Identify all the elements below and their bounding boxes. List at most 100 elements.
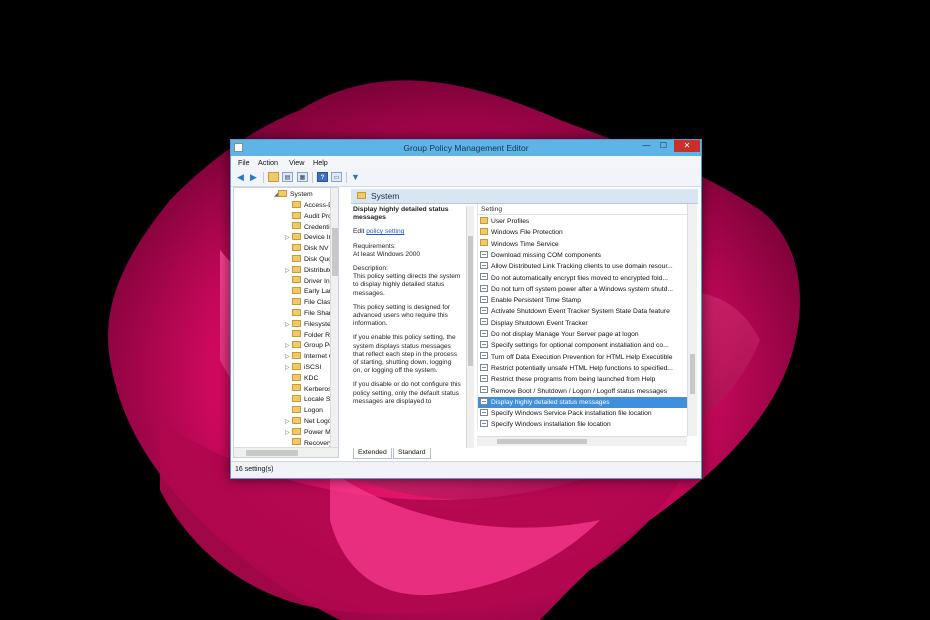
policy-setting-icon <box>480 261 488 269</box>
tree-node[interactable]: ▷ Group Pol <box>285 341 335 351</box>
policy-setting-icon <box>480 352 488 360</box>
list-horizontal-scrollbar[interactable] <box>477 436 687 446</box>
policy-setting-row[interactable]: Specify Windows installation file locati… <box>478 419 688 430</box>
folder-icon <box>292 243 301 251</box>
tree-vertical-scrollbar[interactable] <box>330 188 338 447</box>
tree-node[interactable]: Credential <box>292 222 335 233</box>
policy-setting-row[interactable]: Remove Boot / Shutdown / Logon / Logoff … <box>478 386 688 397</box>
folder-icon <box>292 405 301 413</box>
tree-node-system[interactable]: ◢ System <box>274 189 313 200</box>
tab-standard[interactable]: Standard <box>393 448 431 459</box>
policy-setting-row[interactable]: Turn off Data Execution Prevention for H… <box>478 352 688 363</box>
policy-setting-row[interactable]: Display highly detailed status messages <box>478 396 688 408</box>
policy-setting-row[interactable]: Activate Shutdown Event Tracker System S… <box>478 306 688 317</box>
list-item-label: User Profiles <box>491 218 530 225</box>
tree-node[interactable]: ▷ Internet C <box>285 351 334 362</box>
tree-node[interactable]: ▷ Distribute <box>285 265 333 276</box>
tree-horizontal-scrollbar[interactable] <box>234 447 338 457</box>
policy-setting-row[interactable]: Restrict these programs from being launc… <box>478 374 688 385</box>
policy-setting-row[interactable]: Specify Windows Service Pack installatio… <box>478 408 688 419</box>
settings-list[interactable]: Setting User Profiles Windows File Protec… <box>477 204 688 430</box>
edit-prefix: Edit <box>353 228 365 236</box>
column-header-setting[interactable]: Setting <box>478 204 688 215</box>
policy-setting-icon <box>480 397 488 405</box>
scrollbar-thumb[interactable] <box>468 236 473 366</box>
tree-node-label: Recovery <box>304 439 333 447</box>
policy-setting-row[interactable]: Do not display Manage Your Server page a… <box>478 329 688 340</box>
tree-node[interactable]: File Classi <box>292 297 335 308</box>
menu-file[interactable]: File <box>238 158 250 167</box>
policy-setting-row[interactable]: Enable Persistent Time Stamp <box>478 295 688 306</box>
export-list-icon[interactable]: ▦ <box>297 172 308 182</box>
tree-node[interactable]: Kerberos <box>292 384 332 395</box>
scrollbar-thumb[interactable] <box>690 354 695 394</box>
tree-node[interactable]: Disk Quot <box>292 254 334 265</box>
back-arrow-icon[interactable]: ◀ <box>235 172 246 182</box>
tree-node[interactable]: Audit Proc <box>292 211 335 222</box>
menu-view[interactable]: View <box>289 158 304 167</box>
scrollbar-thumb[interactable] <box>246 450 298 456</box>
menu-help[interactable]: Help <box>313 158 328 167</box>
policy-setting-row[interactable]: Do not turn off system power after a Win… <box>478 284 688 295</box>
expand-arrow-icon[interactable]: ▷ <box>285 417 290 427</box>
tree-node[interactable]: Logon <box>292 405 323 416</box>
tree-node[interactable]: Disk NV C <box>292 243 335 254</box>
scrollbar-thumb[interactable] <box>332 228 338 276</box>
details-header: System <box>351 189 698 204</box>
list-folder-item[interactable]: Windows File Protection <box>478 227 688 238</box>
navigation-tree[interactable]: ◢ System Access-De Audit Proc Credential ▷ D… <box>233 187 339 458</box>
expand-arrow-icon[interactable]: ▷ <box>285 363 290 373</box>
scrollbar-thumb[interactable] <box>497 439 587 444</box>
properties-icon[interactable]: ▭ <box>331 172 342 182</box>
expand-arrow-icon[interactable]: ▷ <box>285 341 290 351</box>
folder-icon <box>292 287 301 295</box>
window-title: Group Policy Management Editor <box>403 143 529 153</box>
tree-node[interactable]: KDC <box>292 373 319 384</box>
policy-setting-row[interactable]: Download missing COM components <box>478 250 688 261</box>
description-text: This policy setting directs the system t… <box>353 273 461 297</box>
menu-action[interactable]: Action <box>258 158 278 167</box>
tree-node[interactable]: ▷ iSCSI <box>285 362 321 373</box>
edit-policy-link[interactable]: policy setting <box>366 228 404 235</box>
list-vertical-scrollbar[interactable] <box>687 204 697 436</box>
tree-node[interactable]: ▷ Net Logon <box>285 416 335 427</box>
folder-icon <box>292 351 301 359</box>
policy-setting-row[interactable]: Do not automatically encrypt files moved… <box>478 273 688 284</box>
list-folder-item[interactable]: Windows Time Service <box>478 239 688 250</box>
tree-node[interactable]: Driver Inst <box>292 276 335 287</box>
policy-setting-row[interactable]: Allow Distributed Link Tracking clients … <box>478 261 688 272</box>
tree-node[interactable]: ▷ Power Ma <box>285 427 335 438</box>
policy-setting-row[interactable]: Restrict potentially unsafe HTML Help fu… <box>478 363 688 374</box>
policy-setting-row[interactable]: Specify settings for optional component … <box>478 340 688 351</box>
expand-arrow-icon[interactable]: ▷ <box>285 320 290 330</box>
policy-setting-row[interactable]: Display Shutdown Event Tracker <box>478 318 688 329</box>
folder-up-icon[interactable] <box>268 172 279 182</box>
policy-setting-icon <box>480 341 488 349</box>
folder-icon <box>292 362 301 370</box>
description-scrollbar[interactable] <box>466 206 474 448</box>
filter-icon[interactable]: ▼ <box>350 172 361 182</box>
tree-node-label: KDC <box>304 374 319 382</box>
maximize-button[interactable]: ☐ <box>655 140 672 152</box>
folder-icon <box>292 308 301 316</box>
folder-icon <box>292 438 301 446</box>
list-folder-item[interactable]: User Profiles <box>478 216 688 227</box>
tree-node[interactable]: File Share <box>292 308 335 319</box>
expand-arrow-icon[interactable]: ▷ <box>285 352 290 362</box>
help-icon[interactable]: ? <box>317 172 328 182</box>
expand-arrow-icon[interactable]: ▷ <box>285 428 290 438</box>
tab-extended[interactable]: Extended <box>353 448 392 459</box>
list-item-label: Display Shutdown Event Tracker <box>491 319 588 327</box>
folder-icon <box>357 192 366 199</box>
menu-bar: File Action View Help <box>231 156 701 169</box>
list-item-label: Do not turn off system power after a Win… <box>491 285 673 293</box>
expand-arrow-icon[interactable]: ▷ <box>285 266 290 276</box>
title-bar[interactable]: Group Policy Management Editor — ☐ ✕ <box>231 140 701 156</box>
minimize-button[interactable]: — <box>638 140 655 152</box>
forward-arrow-icon[interactable]: ▶ <box>248 172 259 182</box>
policy-setting-icon <box>480 408 488 416</box>
close-button[interactable]: ✕ <box>674 140 700 152</box>
expand-arrow-icon[interactable]: ▷ <box>285 233 290 243</box>
list-item-label: Restrict these programs from being launc… <box>491 376 656 384</box>
show-tree-icon[interactable]: ▤ <box>282 172 293 182</box>
